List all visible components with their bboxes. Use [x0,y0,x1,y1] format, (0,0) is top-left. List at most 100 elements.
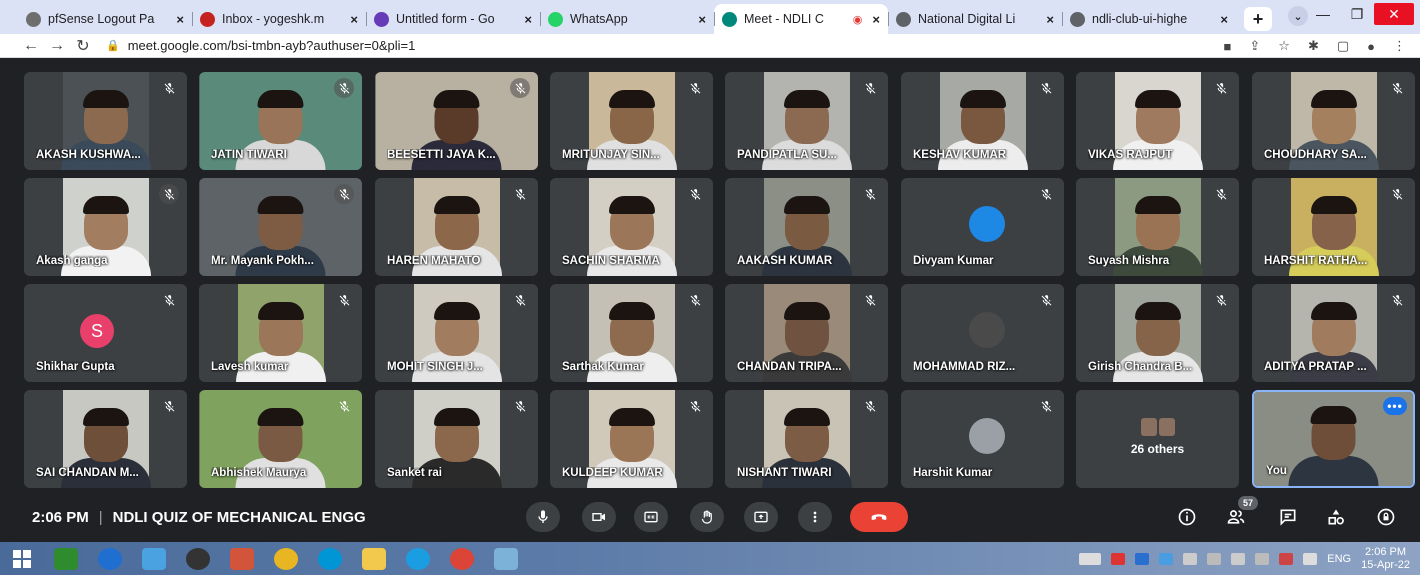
participant-tile[interactable]: Girish Chandra B... [1076,284,1239,382]
tray-app-icon[interactable] [1159,552,1174,565]
participant-tile[interactable]: ADITYA PRATAP ... [1252,284,1415,382]
tab-close-button[interactable]: × [872,12,880,27]
chat-button[interactable] [1276,506,1300,528]
microphone-button[interactable] [526,502,560,532]
bookmark-star-icon[interactable]: ☆ [1278,38,1290,54]
tab-close-button[interactable]: × [176,12,184,27]
person-hair [257,302,304,320]
participant-tile[interactable]: SACHIN SHARMA [550,178,713,276]
taskbar-hp-icon[interactable] [308,542,352,575]
browser-tab[interactable]: National Digital Li × [888,4,1062,34]
tab-search-button[interactable]: ⌄ [1288,6,1308,26]
taskbar-clock[interactable]: 2:06 PM 15-Apr-22 [1361,546,1410,572]
participant-tile[interactable]: CHANDAN TRIPA... [725,284,888,382]
participant-tile[interactable]: HAREN MAHATO [375,178,538,276]
taskbar-paint-icon[interactable] [220,542,264,575]
start-button[interactable] [0,542,44,575]
browser-menu-icon[interactable]: ⋮ [1393,38,1406,54]
tray-app-icon[interactable] [1207,552,1222,565]
participant-tile[interactable]: Harshit Kumar [901,390,1064,488]
participant-tile[interactable]: MOHIT SINGH J... [375,284,538,382]
taskbar-chrome-active-icon[interactable] [440,542,484,575]
participant-tile[interactable]: BEESETTI JAYA K... [375,72,538,170]
camera-permission-icon[interactable]: ■ [1224,39,1232,54]
taskbar-ie-icon[interactable] [88,542,132,575]
tab-close-button[interactable]: × [1046,12,1054,27]
browser-tab[interactable]: ndli-club-ui-highe × [1062,4,1236,34]
participant-tile[interactable]: CHOUDHARY SA... [1252,72,1415,170]
profile-avatar[interactable]: ● [1367,39,1375,54]
extensions-icon[interactable]: ✱ [1308,38,1319,54]
participant-tile[interactable]: S Shikhar Gupta [24,284,187,382]
participant-tile[interactable]: HARSHIT RATHA... [1252,178,1415,276]
host-controls-button[interactable] [1374,506,1398,528]
browser-tab[interactable]: Untitled form - Go × [366,4,540,34]
tile-more-options-button[interactable]: ••• [1383,397,1407,415]
taskbar-store-icon[interactable] [44,542,88,575]
camera-button[interactable] [582,502,616,532]
leave-call-button[interactable] [850,502,908,532]
captions-button[interactable] [634,502,668,532]
network-icon[interactable] [1255,552,1270,565]
address-bar[interactable]: 🔒 meet.google.com/bsi-tmbn-ayb?authuser=… [106,36,415,56]
tab-close-button[interactable]: × [698,12,706,27]
participant-tile[interactable]: AKASH KUSHWA... [24,72,187,170]
more-options-button[interactable] [798,502,832,532]
browser-tab[interactable]: pfSense Logout Pa × [18,4,192,34]
activities-button[interactable] [1324,506,1348,528]
keyboard-icon[interactable] [1079,552,1102,565]
browser-tab[interactable]: WhatsApp × [540,4,714,34]
participant-tile[interactable]: SAI CHANDAN M... [24,390,187,488]
side-panel-icon[interactable]: ▢ [1337,38,1349,54]
participant-tile[interactable]: AAKASH KUMAR [725,178,888,276]
taskbar-app-icon[interactable] [132,542,176,575]
browser-tab[interactable]: Meet - NDLI C ◉ × [714,4,888,34]
back-arrow-icon[interactable]: ← [18,37,44,55]
participant-tile[interactable]: Akash ganga [24,178,187,276]
tray-app-icon[interactable] [1231,552,1246,565]
battery-icon[interactable] [1183,552,1198,565]
participant-tile[interactable]: Sanket rai [375,390,538,488]
participant-tile[interactable]: KESHAV KUMAR [901,72,1064,170]
new-tab-button[interactable]: + [1244,7,1272,31]
taskbar-explorer-icon[interactable] [352,542,396,575]
participant-tile[interactable]: VIKAS RAJPUT [1076,72,1239,170]
reload-icon[interactable]: ↻ [70,36,96,56]
participant-tile[interactable]: MOHAMMAD RIZ... [901,284,1064,382]
participant-tile[interactable]: Divyam Kumar [901,178,1064,276]
minimize-button[interactable]: — [1306,6,1340,22]
bluetooth-icon[interactable] [1135,552,1150,565]
taskbar-chrome-icon[interactable] [264,542,308,575]
input-language[interactable]: ENG [1327,553,1351,565]
avatar: S [80,314,114,348]
participant-tile[interactable]: PANDIPATLA SU... [725,72,888,170]
raise-hand-button[interactable] [690,502,724,532]
taskbar-paint3d-icon[interactable] [484,542,528,575]
tray-app-icon[interactable] [1111,552,1126,565]
volume-icon[interactable] [1303,552,1318,565]
meeting-details-button[interactable] [1175,506,1199,528]
participant-tile[interactable]: JATIN TIWARI [199,72,362,170]
others-tile[interactable]: 26 others [1076,390,1239,488]
tab-close-button[interactable]: × [524,12,532,27]
tray-app-icon[interactable] [1279,552,1294,565]
participant-tile[interactable]: Sarthak Kumar [550,284,713,382]
tab-close-button[interactable]: × [350,12,358,27]
participant-tile[interactable]: Lavesh kumar [199,284,362,382]
forward-arrow-icon[interactable]: → [44,37,70,55]
participant-tile[interactable]: NISHANT TIWARI [725,390,888,488]
share-icon[interactable]: ⇪ [1249,38,1260,54]
tab-close-button[interactable]: × [1220,12,1228,27]
participant-tile[interactable]: Abhishek Maurya [199,390,362,488]
participant-tile[interactable]: KULDEEP KUMAR [550,390,713,488]
close-window-button[interactable]: ✕ [1374,3,1414,25]
restore-button[interactable]: ❐ [1340,6,1374,23]
participant-tile[interactable]: MRITUNJAY SIN... [550,72,713,170]
present-screen-button[interactable] [744,502,778,532]
taskbar-media-icon[interactable] [176,542,220,575]
taskbar-edge-icon[interactable] [396,542,440,575]
self-video-tile[interactable]: You ••• [1252,390,1415,488]
browser-tab[interactable]: Inbox - yogeshk.m × [192,4,366,34]
participant-tile[interactable]: Mr. Mayank Pokh... [199,178,362,276]
participant-tile[interactable]: Suyash Mishra [1076,178,1239,276]
